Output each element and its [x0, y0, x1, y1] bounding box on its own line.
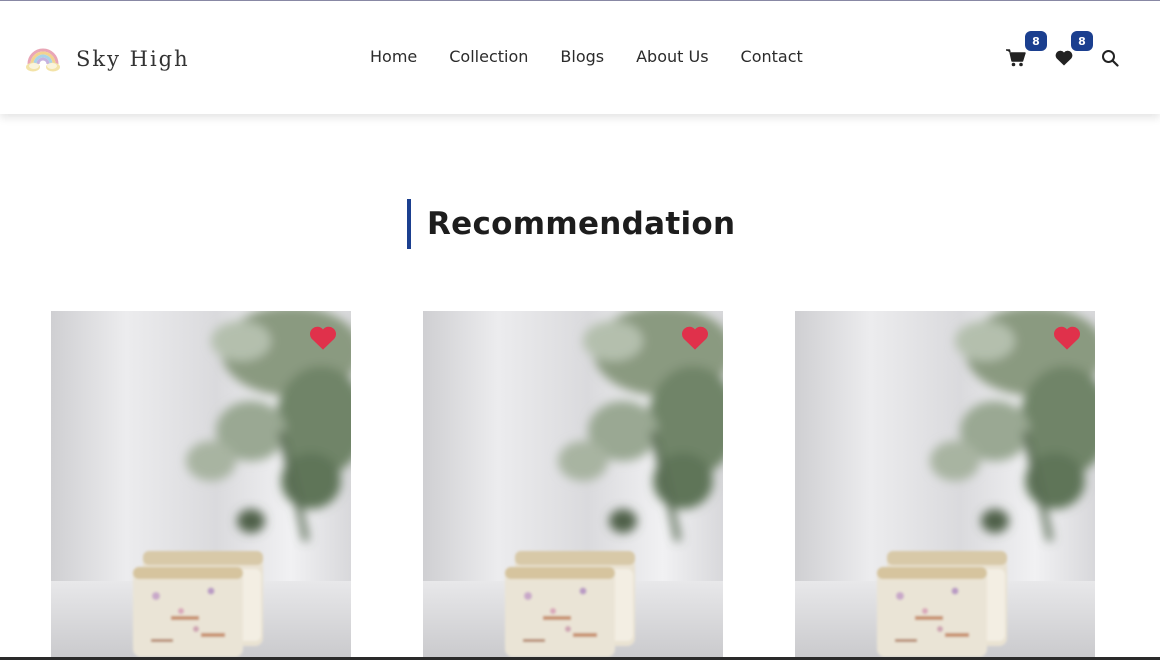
- site-header: Sky High Home Collection Blogs About Us …: [0, 1, 1160, 114]
- cart-count-badge: 8: [1025, 31, 1047, 51]
- soap-bar-photo: [51, 311, 351, 660]
- header-actions: 8 8: [1003, 31, 1123, 73]
- search-icon: [1102, 50, 1119, 67]
- section-title: Recommendation: [427, 206, 736, 242]
- nav-collection[interactable]: Collection: [449, 46, 528, 68]
- brand[interactable]: Sky High: [24, 39, 190, 79]
- soap-bar-photo: [795, 311, 1095, 660]
- cart-button[interactable]: [1003, 45, 1029, 71]
- brand-name: Sky High: [76, 47, 190, 71]
- favorite-heart-icon[interactable]: [681, 325, 709, 351]
- nav-about-us[interactable]: About Us: [636, 46, 708, 68]
- title-accent-bar: [407, 199, 411, 249]
- product-card[interactable]: [51, 311, 351, 660]
- product-grid: [51, 311, 1095, 660]
- rainbow-cloud-icon: [26, 48, 60, 72]
- soap-bar-photo: [423, 311, 723, 660]
- search-button[interactable]: [1097, 45, 1123, 71]
- product-card[interactable]: [795, 311, 1095, 660]
- nav-home[interactable]: Home: [370, 46, 417, 68]
- favorite-heart-icon[interactable]: [1053, 325, 1081, 351]
- nav-contact[interactable]: Contact: [741, 46, 803, 68]
- nav-blogs[interactable]: Blogs: [560, 46, 604, 68]
- main-nav: Home Collection Blogs About Us Contact: [370, 46, 803, 68]
- cart-icon: [1006, 49, 1026, 67]
- favorite-heart-icon[interactable]: [309, 325, 337, 351]
- product-card[interactable]: [423, 311, 723, 660]
- wishlist-count-badge: 8: [1071, 31, 1093, 51]
- section-heading: Recommendation: [407, 199, 735, 249]
- heart-icon: [1055, 50, 1073, 66]
